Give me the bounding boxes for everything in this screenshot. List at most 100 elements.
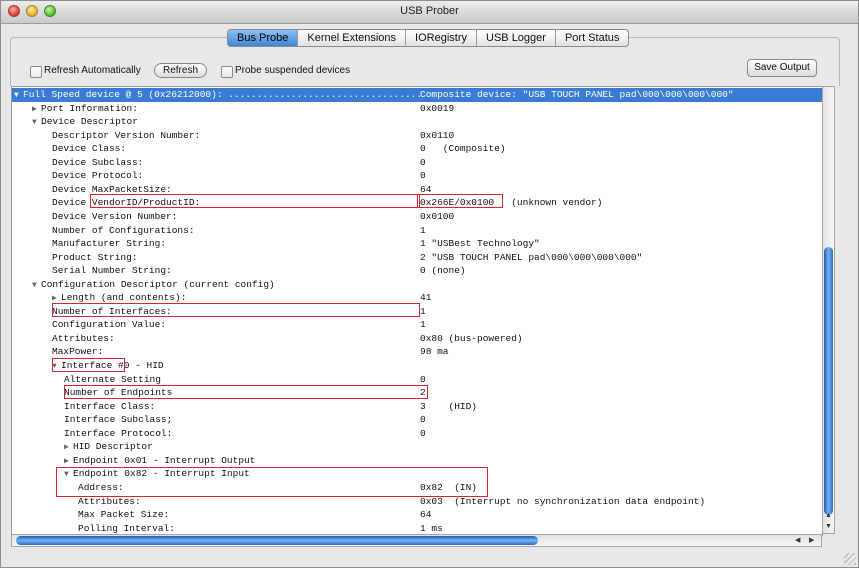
row-label: ▶ HID Descriptor [64,440,153,455]
vertical-scroll-thumb[interactable] [824,247,833,515]
outline-row[interactable]: ▼ Full Speed device @ 5 (0x26212000): ...… [12,88,822,102]
outline-row[interactable]: ▶ Endpoint 0x01 - Interrupt Output [12,454,822,468]
tab-ioregistry[interactable]: IORegistry [406,30,478,46]
tab-usb-logger[interactable]: USB Logger [477,30,556,46]
row-label: Interface Protocol: [64,427,172,441]
row-label-text: Interface Subclass; [64,414,173,426]
outline-row[interactable]: ▼ Configuration Descriptor (current confi… [12,278,822,292]
outline-row[interactable]: Device Protocol: 0 [12,169,822,183]
row-label: ▼ Configuration Descriptor (current confi… [32,278,275,293]
scroll-left-arrow-icon[interactable]: ◀ [795,535,800,546]
outline-row[interactable]: Device Version Number: 0x0100 [12,210,822,224]
row-label: Max Packet Size: [78,508,169,522]
disclosure-closed-icon[interactable]: ▶ [32,103,41,117]
row-value: 0 [420,427,426,439]
row-value: Composite device: "USB TOUCH PANEL pad\0… [420,89,734,100]
title-bar[interactable]: USB Prober [1,1,858,24]
row-label-text: Number of Configurations: [52,224,195,236]
outline-row[interactable]: ▶ HID Descriptor [12,440,822,454]
row-label: Device Subclass: [52,156,143,170]
row-value: 1 [420,305,426,317]
outline-row[interactable]: Serial Number String: 0 (none) [12,264,822,278]
row-label: Device Class: [52,142,126,156]
row-label: Device Protocol: [52,169,143,183]
outline-row[interactable]: ▼ Device Descriptor [12,115,822,129]
row-label-text: Device Version Number: [52,210,178,222]
row-label-text: Alternate Setting [64,373,161,385]
outline-row[interactable]: Device Subclass: 0 [12,156,822,170]
probe-suspended-checkbox[interactable] [221,66,233,78]
row-label: MaxPower: [52,345,103,359]
outline-row[interactable]: Configuration Value: 1 [12,318,822,332]
row-value: 2 "USB TOUCH PANEL pad\000\000\000\000" [420,251,643,263]
outline-row[interactable]: Descriptor Version Number: 0x0110 [12,129,822,143]
disclosure-open-icon[interactable]: ▼ [32,116,41,130]
row-value: 0x0100 [420,210,455,222]
outline-row[interactable]: ▶ Port Information: 0x0019 [12,102,822,116]
row-label-text: Interface Class: [64,400,156,412]
usb-prober-window: USB Prober Bus Probe Kernel Extensions I… [0,0,859,568]
tab-bar: Bus Probe Kernel Extensions IORegistry U… [227,29,630,47]
row-value: 0 [420,170,426,182]
outline-row[interactable]: Device Class: 0 (Composite) [12,142,822,156]
row-label-text: Length (and contents): [61,292,187,304]
vertical-scrollbar[interactable]: ▲ ▼ [822,86,835,534]
row-label: Configuration Value: [52,318,166,332]
row-label: ▶ Port Information: [32,102,138,117]
resize-grip-icon[interactable] [844,553,856,565]
row-label: Descriptor Version Number: [52,129,200,143]
outline-row[interactable]: Interface Class: 3 (HID) [12,400,822,414]
row-label: Product String: [52,251,138,265]
outline-row[interactable]: Max Packet Size: 64 [12,508,822,522]
row-value: 64 [420,509,432,521]
row-value: 1 [420,224,426,236]
disclosure-open-icon[interactable]: ▼ [32,279,41,293]
horizontal-scrollbar[interactable]: ◀ ▶ [11,534,822,547]
row-label: Manufacturer String: [52,237,166,251]
row-label: ▼ Device Descriptor [32,115,138,130]
row-value: 1 "USBest Technology" [420,238,540,250]
row-value: 0 (none) [420,265,466,277]
row-label-text: Descriptor Version Number: [52,129,201,141]
row-value: 0 [420,156,426,168]
horizontal-scroll-thumb[interactable] [16,536,538,545]
row-label-text: Manufacturer String: [52,238,167,250]
outline-row[interactable]: Attributes: 0x80 (bus-powered) [12,332,822,346]
row-label: Interface Class: [64,400,155,414]
refresh-automatically-checkbox[interactable] [30,66,42,78]
highlight-vendor-product-value [417,194,503,208]
tab-bus-probe[interactable]: Bus Probe [228,30,299,46]
tab-port-status[interactable]: Port Status [556,30,628,46]
tab-kernel-extensions[interactable]: Kernel Extensions [298,30,407,46]
row-label-text: Device Class: [52,143,127,155]
outline-row[interactable]: Number of Configurations: 1 [12,224,822,238]
row-label-text: Device Protocol: [52,170,144,182]
probe-suspended-label: Probe suspended devices [235,65,351,76]
row-label: Attributes: [52,332,115,346]
row-label-text: Max Packet Size: [78,509,170,521]
outline-row[interactable]: Interface Protocol: 0 [12,427,822,441]
scroll-right-arrow-icon[interactable]: ▶ [809,535,814,546]
highlight-number-of-interfaces [52,303,420,317]
row-value: 1 [420,319,426,331]
outline-row[interactable]: ▼ Interface #0 - HID [12,359,822,373]
disclosure-closed-icon[interactable]: ▶ [64,441,73,455]
scroll-down-arrow-icon[interactable]: ▼ [823,522,834,532]
outline-row[interactable]: Product String: 2 "USB TOUCH PANEL pad\00… [12,251,822,265]
row-label-text: HID Descriptor [73,441,153,453]
save-output-button[interactable]: Save Output [747,59,817,77]
scroll-up-arrow-icon[interactable]: ▲ [823,511,834,521]
device-outline-view[interactable]: Polling Interval: 1 ms Max Packet Size: 64 A… [11,86,823,536]
row-value: 41 [420,292,432,304]
disclosure-open-icon[interactable]: ▼ [14,89,23,103]
outline-row[interactable]: Interface Subclass; 0 [12,413,822,427]
outline-row[interactable]: Manufacturer String: 1 "USBest Technology… [12,237,822,251]
row-label: Number of Configurations: [52,224,195,238]
row-value: 0 (Composite) [420,143,506,155]
outline-row[interactable]: MaxPower: 98 ma [12,345,822,359]
row-label-text: Attributes: [78,495,141,507]
row-value: 98 ma [420,346,449,358]
row-label-text: Serial Number String: [52,265,172,277]
refresh-button[interactable]: Refresh [154,63,207,78]
row-label-text: Device Subclass: [52,156,144,168]
